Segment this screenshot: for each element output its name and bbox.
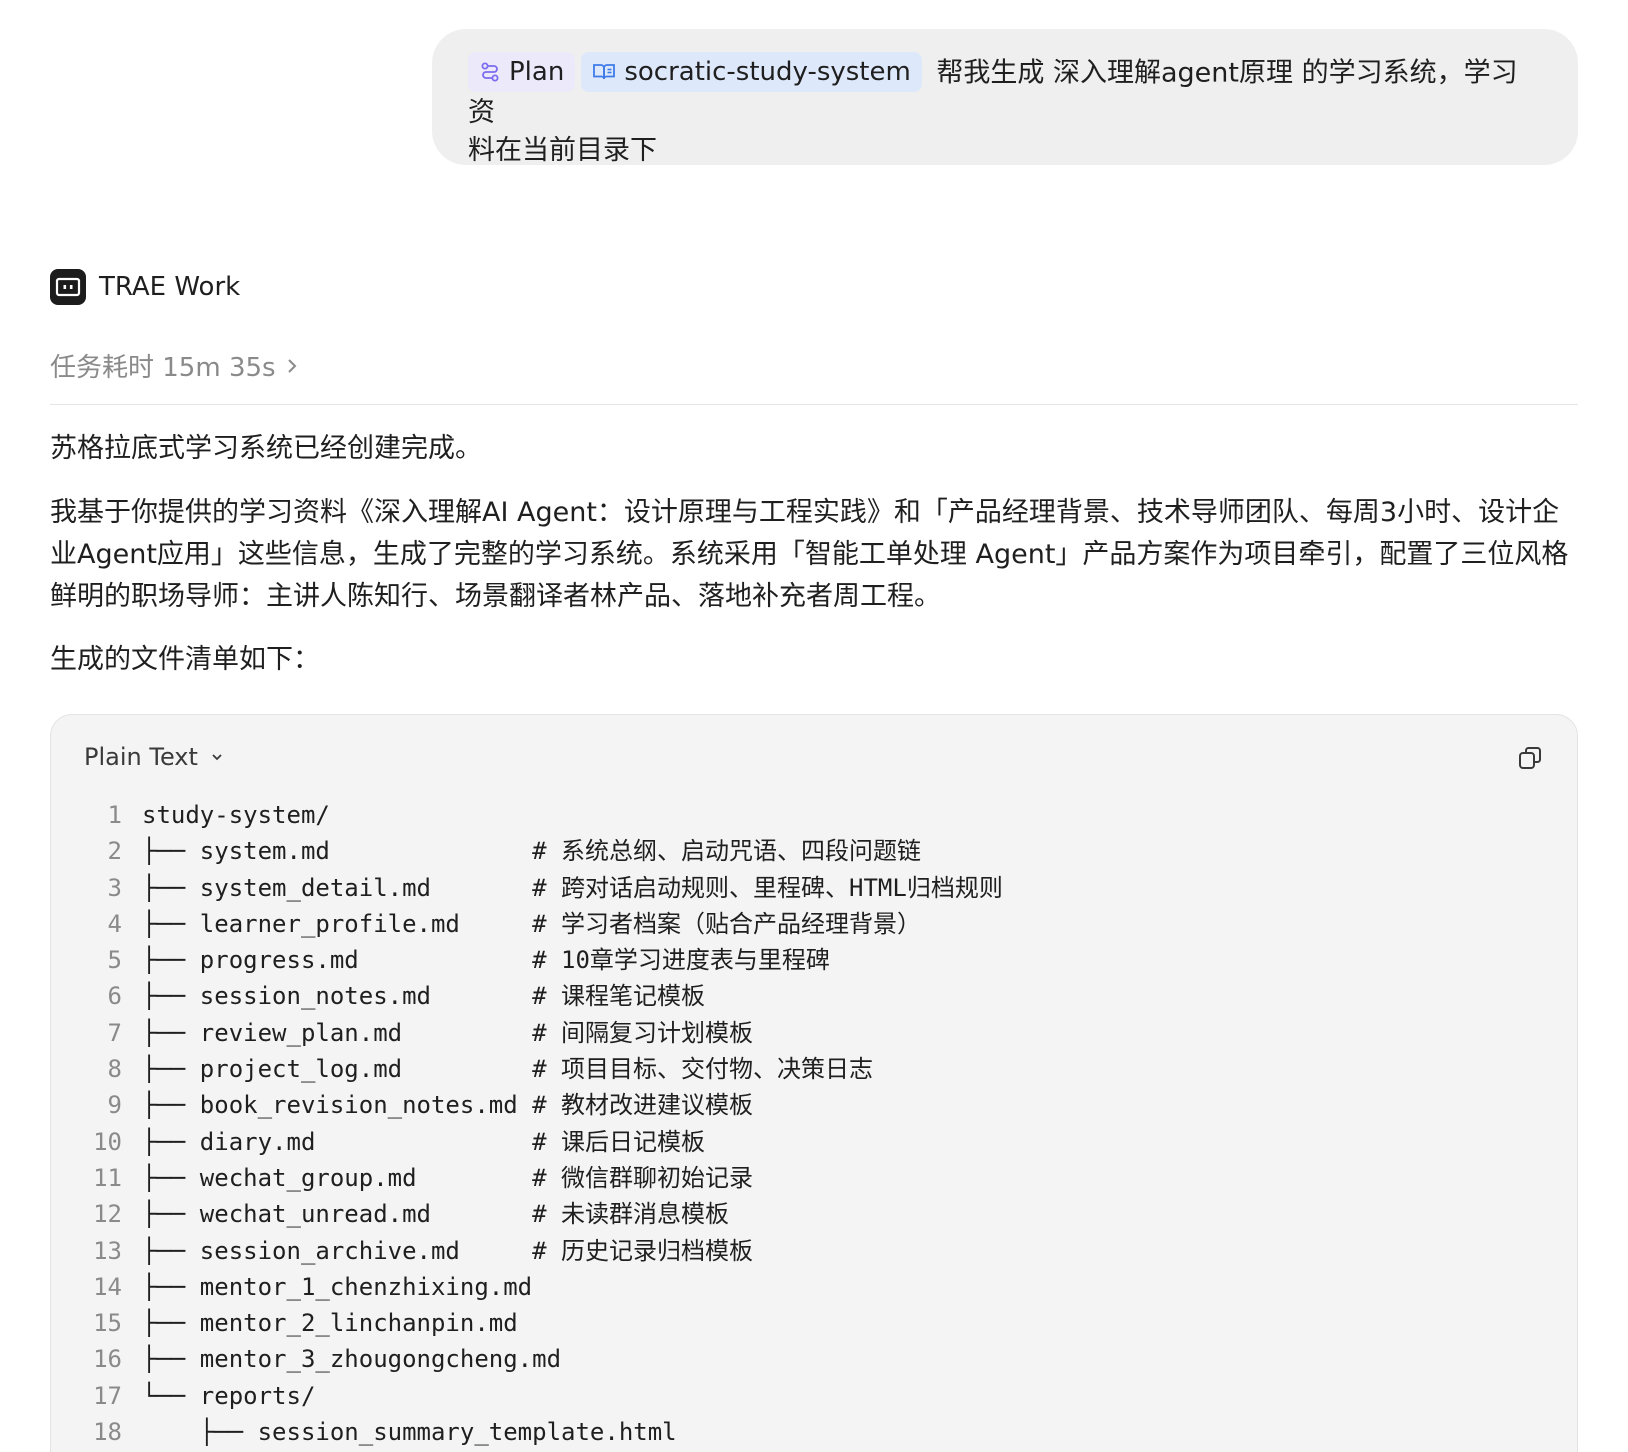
code-line: 16 ├── mentor_3_zhougongcheng.md [51,1341,1003,1377]
task-time-toggle[interactable]: 任务耗时 15m 35s [50,347,298,384]
code-line: 17 └── reports/ [51,1378,1003,1414]
plan-flow-icon [481,62,499,82]
code-line: 2 ├── system.md # 系统总纲、启动咒语、四段问题链 [51,833,1003,869]
code-line-text: ├── mentor_3_zhougongcheng.md [142,1345,562,1374]
copy-icon[interactable] [1517,745,1543,771]
code-line-text: ├── project_log.md # 项目目标、交付物、决策日志 [142,1055,874,1084]
code-line-text: ├── wechat_group.md # 微信群聊初始记录 [142,1163,754,1192]
line-number: 8 [107,1055,122,1084]
code-line: 6 ├── session_notes.md # 课程笔记模板 [51,978,1003,1014]
code-lines: 1 study-system/2 ├── system.md # 系统总纲、启动咒语… [51,797,1003,1450]
line-number: 15 [93,1309,122,1338]
code-line: 8 ├── project_log.md # 项目目标、交付物、决策日志 [51,1051,1003,1087]
code-line-text: ├── mentor_2_linchanpin.md [142,1309,518,1338]
code-line-text: ├── book_revision_notes.md # 教材改进建议模板 [142,1091,754,1120]
code-line-text: ├── session_archive.md # 历史记录归档模板 [142,1236,754,1265]
plan-chip[interactable]: Plan [468,52,576,92]
task-time-label: 任务耗时 15m 35s [50,353,276,383]
line-number: 2 [107,837,122,866]
response-paragraph-1: 苏格拉底式学习系统已经创建完成。 [50,433,482,464]
code-language-label: Plain Text [84,743,198,771]
line-number: 12 [93,1200,122,1229]
line-number: 14 [93,1272,122,1301]
code-line: 13 ├── session_archive.md # 历史记录归档模板 [51,1233,1003,1269]
book-skill-icon [593,64,616,80]
divider [50,404,1578,405]
code-line-text: ├── system.md # 系统总纲、启动咒语、四段问题链 [142,837,922,866]
code-line: 4 ├── learner_profile.md # 学习者档案（贴合产品经理背景… [51,906,1003,942]
code-line: 9 ├── book_revision_notes.md # 教材改进建议模板 [51,1087,1003,1123]
code-block: Plain Text 1 study-system/2 ├── system.md … [50,714,1578,1452]
response-paragraph-3: 生成的文件清单如下： [50,644,320,675]
response-paragraph-2: 我基于你提供的学习资料《深入理解AI Agent：设计原理与工程实践》和「产品经… [50,497,1569,612]
chevron-right-icon [287,358,296,373]
line-number: 16 [93,1345,122,1374]
code-line: 5 ├── progress.md # 10章学习进度表与里程碑 [51,942,1003,978]
code-line-text: ├── session_notes.md # 课程笔记模板 [142,982,706,1011]
code-line: 1 study-system/ [51,797,1003,833]
code-line-text: └── reports/ [142,1381,316,1410]
line-number: 10 [93,1127,122,1156]
skill-chip-label: socratic-study-system [624,57,911,87]
code-line-text: ├── mentor_1_chenzhixing.md [142,1272,533,1301]
code-line: 14 ├── mentor_1_chenzhixing.md [51,1269,1003,1305]
line-number: 3 [107,873,122,902]
code-line: 3 ├── system_detail.md # 跨对话启动规则、里程碑、HTML… [51,870,1003,906]
line-number: 18 [93,1418,122,1447]
line-number: 13 [93,1236,122,1265]
code-line-text: ├── learner_profile.md # 学习者档案（贴合产品经理背景） [142,909,922,938]
code-line-text: ├── wechat_unread.md # 未读群消息模板 [142,1200,730,1229]
code-line: 18 ├── session_summary_template.html [51,1414,1003,1450]
code-line-text: ├── review_plan.md # 间隔复习计划模板 [142,1018,754,1047]
code-line-text: ├── progress.md # 10章学习进度表与里程碑 [142,946,830,975]
code-language-selector[interactable]: Plain Text [84,743,224,771]
skill-chip[interactable]: socratic-study-system [581,52,922,92]
line-number: 5 [107,946,122,975]
code-line: 15 ├── mentor_2_linchanpin.md [51,1305,1003,1341]
agent-header: TRAE Work [50,269,240,305]
code-line-text: ├── diary.md # 课后日记模板 [142,1127,706,1156]
code-line: 10 ├── diary.md # 课后日记模板 [51,1124,1003,1160]
code-line-text: study-system/ [142,801,330,829]
line-number: 7 [107,1018,122,1047]
line-number: 6 [107,982,122,1011]
agent-name: TRAE Work [99,272,241,302]
code-line-text: ├── system_detail.md # 跨对话启动规则、里程碑、HTML归… [142,873,1003,902]
line-number: 17 [93,1381,122,1410]
chat-page: Plan socratic-study-system 帮我生成 深入理解agen… [0,0,1628,1452]
chevron-down-icon [212,754,222,761]
user-message-text-2: 料在当前目录下 [468,135,657,166]
line-number: 9 [107,1091,122,1120]
code-line-text: ├── session_summary_template.html [142,1418,677,1447]
code-line: 11 ├── wechat_group.md # 微信群聊初始记录 [51,1160,1003,1196]
code-line: 7 ├── review_plan.md # 间隔复习计划模板 [51,1015,1003,1051]
line-number: 4 [107,909,122,938]
code-line: 12 ├── wechat_unread.md # 未读群消息模板 [51,1196,1003,1232]
user-message-bubble: Plan socratic-study-system 帮我生成 深入理解agen… [432,29,1578,166]
line-number: 1 [107,801,122,829]
trae-logo-icon [50,269,86,305]
plan-chip-label: Plan [509,57,565,87]
line-number: 11 [93,1163,122,1192]
